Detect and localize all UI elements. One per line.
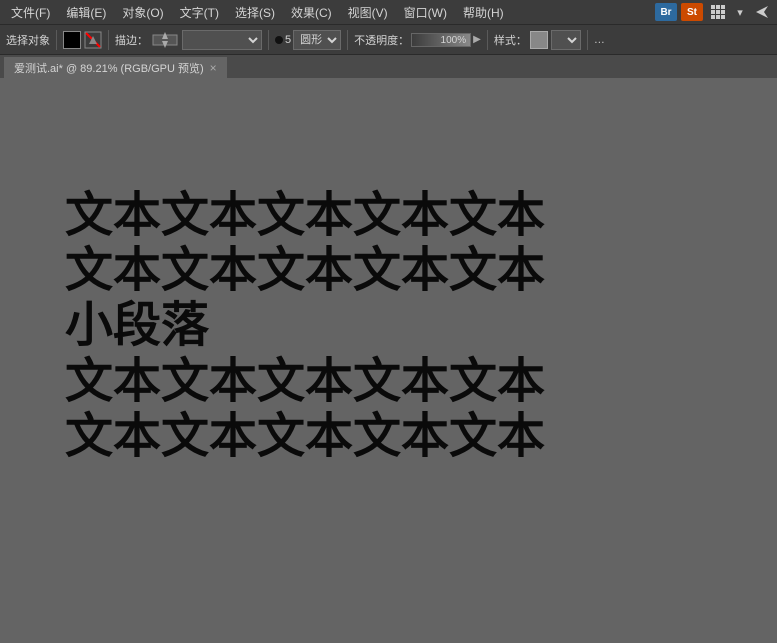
divider-3 [268, 30, 269, 50]
style-section: 样式： [494, 30, 581, 50]
text-line-2: 文本文本文本文本文本 [65, 243, 545, 298]
stroke-label: 描边： [115, 32, 148, 48]
style-select[interactable] [551, 30, 581, 50]
brush-count: 5 [285, 34, 291, 46]
style-label: 样式： [494, 32, 527, 48]
brush-shape-select[interactable]: 圆形 [293, 30, 341, 50]
fill-color-box[interactable] [63, 31, 81, 49]
opacity-value: 100% [441, 34, 467, 48]
menu-object[interactable]: 对象(O) [115, 2, 170, 23]
fill-arrow-icon[interactable] [84, 31, 102, 49]
share-icon[interactable] [751, 3, 773, 21]
menu-help[interactable]: 帮助(H) [456, 2, 511, 23]
opacity-section: 不透明度： 100% ▶ [354, 32, 481, 48]
text-line-4: 文本文本文本文本文本 [65, 354, 545, 409]
opacity-chevron[interactable]: ▶ [473, 34, 481, 45]
bridge-icon[interactable]: Br [655, 3, 677, 21]
canvas-area: 文本文本文本文本文本 文本文本文本文本文本 小段落 文本文本文本文本文本 文本文… [0, 78, 777, 643]
divider-4 [347, 30, 348, 50]
stock-icon[interactable]: St [681, 3, 703, 21]
menu-select[interactable]: 选择(S) [228, 2, 282, 23]
text-line-1: 文本文本文本文本文本 [65, 188, 545, 243]
select-tool-section: 选择对象 [6, 32, 50, 48]
brush-size-section: 5 圆形 [275, 30, 341, 50]
stroke-select[interactable] [182, 30, 262, 50]
divider-1 [56, 30, 57, 50]
select-tool-label: 选择对象 [6, 32, 50, 48]
text-line-5: 文本文本文本文本文本 [65, 409, 545, 464]
toolbar: 选择对象 描边： 5 圆形 [0, 24, 777, 54]
menu-edit[interactable]: 编辑(E) [59, 2, 113, 23]
stroke-section: 描边： [115, 30, 262, 50]
menu-view[interactable]: 视图(V) [341, 2, 395, 23]
menu-text[interactable]: 文字(T) [173, 2, 226, 23]
style-color-box[interactable] [530, 31, 548, 49]
menu-window[interactable]: 窗口(W) [397, 2, 454, 23]
tab-close-button[interactable]: × [210, 61, 217, 75]
workspace-dropdown[interactable]: ▾ [733, 3, 747, 21]
menu-bar: 文件(F) 编辑(E) 对象(O) 文字(T) 选择(S) 效果(C) 视图(V… [0, 0, 777, 24]
brush-dot-icon [275, 36, 283, 44]
stroke-icon[interactable] [151, 30, 179, 50]
menu-effect[interactable]: 效果(C) [284, 2, 339, 23]
menu-file[interactable]: 文件(F) [4, 2, 57, 23]
grid-layout-icon[interactable] [707, 3, 729, 21]
extra-label: … [594, 34, 605, 46]
divider-5 [487, 30, 488, 50]
opacity-label: 不透明度： [354, 32, 409, 48]
divider-2 [108, 30, 109, 50]
text-content: 文本文本文本文本文本 文本文本文本文本文本 小段落 文本文本文本文本文本 文本文… [65, 188, 545, 464]
bridge-icons-area: Br St ▾ [655, 3, 773, 21]
tab-title: 爱测试.ai* @ 89.21% (RGB/GPU 预览) [14, 60, 204, 76]
tab-bar: 爱测试.ai* @ 89.21% (RGB/GPU 预览) × [0, 54, 777, 78]
divider-6 [587, 30, 588, 50]
fill-color-section [63, 31, 102, 49]
opacity-bar[interactable]: 100% [411, 33, 471, 47]
text-line-3: 小段落 [65, 298, 545, 353]
document-tab[interactable]: 爱测试.ai* @ 89.21% (RGB/GPU 预览) × [4, 57, 227, 79]
